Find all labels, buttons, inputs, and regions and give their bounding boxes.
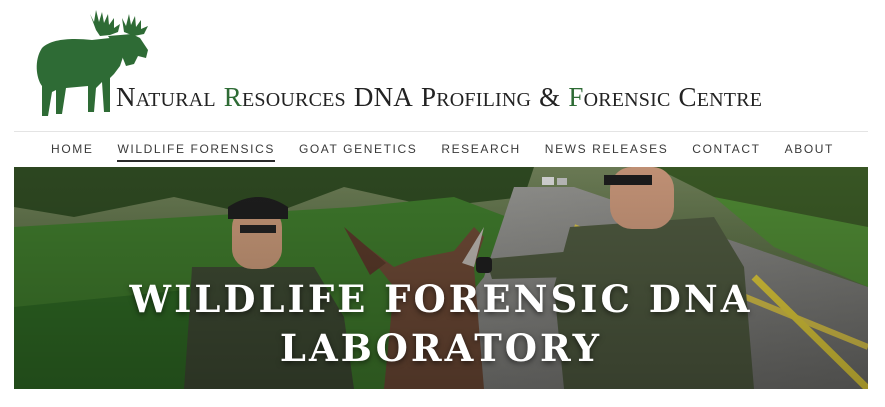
- site-title-word: &: [539, 82, 561, 112]
- site-title-word: FORENSIC: [568, 82, 671, 112]
- site-title[interactable]: NATURAL RESOURCES DNA PROFILING & FORENSIC CEN…: [116, 80, 770, 114]
- main-nav: HOME WILDLIFE FORENSICS GOAT GENETICS RESEA…: [0, 132, 885, 166]
- site-title-word: DNA: [353, 82, 413, 112]
- site-title-word: PROFILING: [420, 82, 532, 112]
- hero-title-line-1: WILDLIFE FORENSIC DNA: [129, 277, 753, 321]
- nav-item-about[interactable]: ABOUT: [785, 136, 834, 162]
- nav-item-goat-genetics[interactable]: GOAT GENETICS: [299, 136, 417, 162]
- site-title-word: RESOURCES: [223, 82, 346, 112]
- hero-title-line-2: LABORATORY: [279, 326, 603, 370]
- site-title-word: CENTRE: [678, 82, 763, 112]
- nav-item-wildlife-forensics[interactable]: WILDLIFE FORENSICS: [117, 136, 276, 162]
- nav-item-contact[interactable]: CONTACT: [692, 136, 760, 162]
- hero-banner: WILDLIFE FORENSIC DNA LABORATORY: [14, 167, 868, 389]
- site-header: NATURAL RESOURCES DNA PROFILING & FORENSIC CEN…: [0, 0, 885, 162]
- site-title-word: NATURAL: [116, 82, 216, 112]
- nav-item-news-releases[interactable]: NEWS RELEASES: [545, 136, 669, 162]
- nav-item-home[interactable]: HOME: [51, 136, 93, 162]
- hero-title: WILDLIFE FORENSIC DNA LABORATORY: [14, 275, 868, 373]
- nav-item-research[interactable]: RESEARCH: [441, 136, 520, 162]
